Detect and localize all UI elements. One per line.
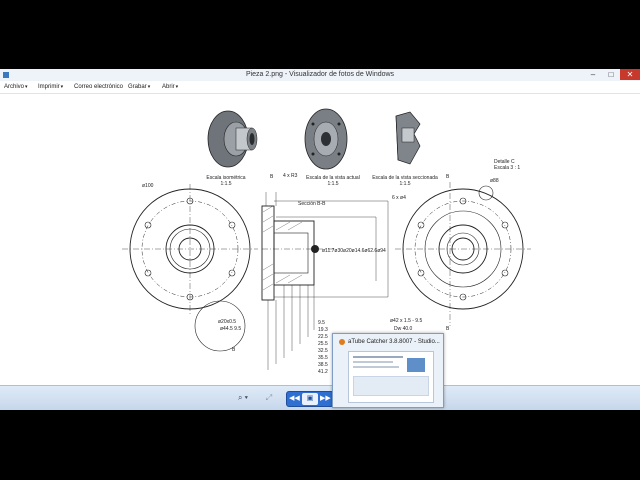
label-b-circle: B <box>232 347 236 353</box>
menu-label: Abrir <box>162 84 175 90</box>
dim-d44: ø44.5 9.5 <box>220 326 241 332</box>
previous-button[interactable]: ◀◀ <box>289 392 300 406</box>
chevron-down-icon: ▾ <box>25 84 28 90</box>
label-b-top-left: B <box>270 174 274 180</box>
window-title: Pieza 2.png - Visualizador de fotos de W… <box>245 71 395 78</box>
stack-value: 38.5 <box>318 362 328 368</box>
menu-grabar[interactable]: Grabar▾ <box>128 81 150 93</box>
section-title: Sección B-B <box>298 201 326 207</box>
menu-bar: Archivo▾ Imprimir▾ Correo electrónico Gr… <box>0 81 640 94</box>
close-button[interactable]: ✕ <box>620 69 640 80</box>
section-view-scale: 1:1.5 <box>399 181 410 187</box>
minimize-button[interactable]: – <box>584 69 602 80</box>
stack-value: 35.5 <box>318 355 328 361</box>
stack-value: 22.5 <box>318 334 328 340</box>
dim-pcd: Dw 40.0 <box>394 326 413 332</box>
center-mark <box>311 245 319 253</box>
menu-label: Grabar <box>128 84 147 90</box>
menu-imprimir[interactable]: Imprimir▾ <box>38 81 63 93</box>
dim-r3: 4 x R3 <box>283 173 298 179</box>
next-button[interactable]: ▶▶ <box>320 392 331 406</box>
slideshow-button[interactable]: ▣ <box>302 393 318 405</box>
stack-value: 25.5 <box>318 341 328 347</box>
maximize-button[interactable]: □ <box>602 69 620 80</box>
menu-label: Archivo <box>4 84 25 90</box>
detail-scale: Escala 3 : 1 <box>494 165 520 171</box>
stack-value: 19.3 <box>318 327 328 333</box>
dim-d100: ø100 <box>142 183 154 189</box>
dim-diameters: ø11.7ø30ø20ø14.6ø62.6ø94 <box>322 248 386 254</box>
dim-d88: ø88 <box>490 178 499 184</box>
zoom-button[interactable]: ⌕ ▾ <box>232 391 254 405</box>
label-b-top-right: B <box>446 174 450 180</box>
chevron-down-icon: ▾ <box>175 84 179 90</box>
menu-correo[interactable]: Correo electrónico <box>74 81 123 93</box>
section-hatch <box>262 205 303 291</box>
isometric-view-center <box>304 108 348 170</box>
photo-viewer-window: Pieza 2.png - Visualizador de fotos de W… <box>0 69 640 410</box>
dim-thread: ø42 x 1.5 - 9.5 <box>390 318 422 324</box>
navigation-group: ◀◀ ▣ ▶▶ <box>286 391 334 407</box>
iso-scale: 1:1.5 <box>220 181 231 187</box>
preview-title: aTube Catcher 3.8.8007 - Studio... <box>348 339 440 345</box>
menu-abrir[interactable]: Abrir▾ <box>162 81 178 93</box>
menu-label: Correo electrónico <box>74 84 124 90</box>
chevron-down-icon: ▾ <box>147 84 151 90</box>
menu-archivo[interactable]: Archivo▾ <box>4 81 28 93</box>
stack-value: 41.2 <box>318 369 328 375</box>
fit-window-button[interactable]: ⤢ <box>262 391 276 405</box>
chevron-down-icon: ▾ <box>60 84 64 90</box>
taskbar-preview[interactable]: aTube Catcher 3.8.8007 - Studio... <box>332 333 444 408</box>
label-b-bottom-right: B <box>446 326 450 332</box>
front-view-right <box>395 185 531 310</box>
app-icon <box>339 339 345 345</box>
dim-holes: 6 x ø4 <box>392 195 406 201</box>
stack-value: 32.5 <box>318 348 328 354</box>
preview-thumbnail[interactable] <box>348 351 434 403</box>
dim-d20: ø20x0.5 <box>218 319 236 325</box>
technical-drawing: Escala isométrica 1:1.5 Escala de la vis… <box>122 108 531 375</box>
viewer-toolbar: ⌕ ▾ ⤢ ◀◀ ▣ ▶▶ <box>0 385 640 410</box>
actual-scale: 1:1.5 <box>327 181 338 187</box>
menu-label: Imprimir <box>38 84 60 90</box>
isometric-view-left <box>207 110 258 168</box>
image-canvas[interactable]: Escala isométrica 1:1.5 Escala de la vis… <box>0 94 640 385</box>
dimension-stack: 9.5 19.3 22.5 25.5 32.5 35.5 38.5 41.2 <box>318 320 328 375</box>
section-isometric-view <box>395 111 421 165</box>
stack-value: 9.5 <box>318 320 325 326</box>
